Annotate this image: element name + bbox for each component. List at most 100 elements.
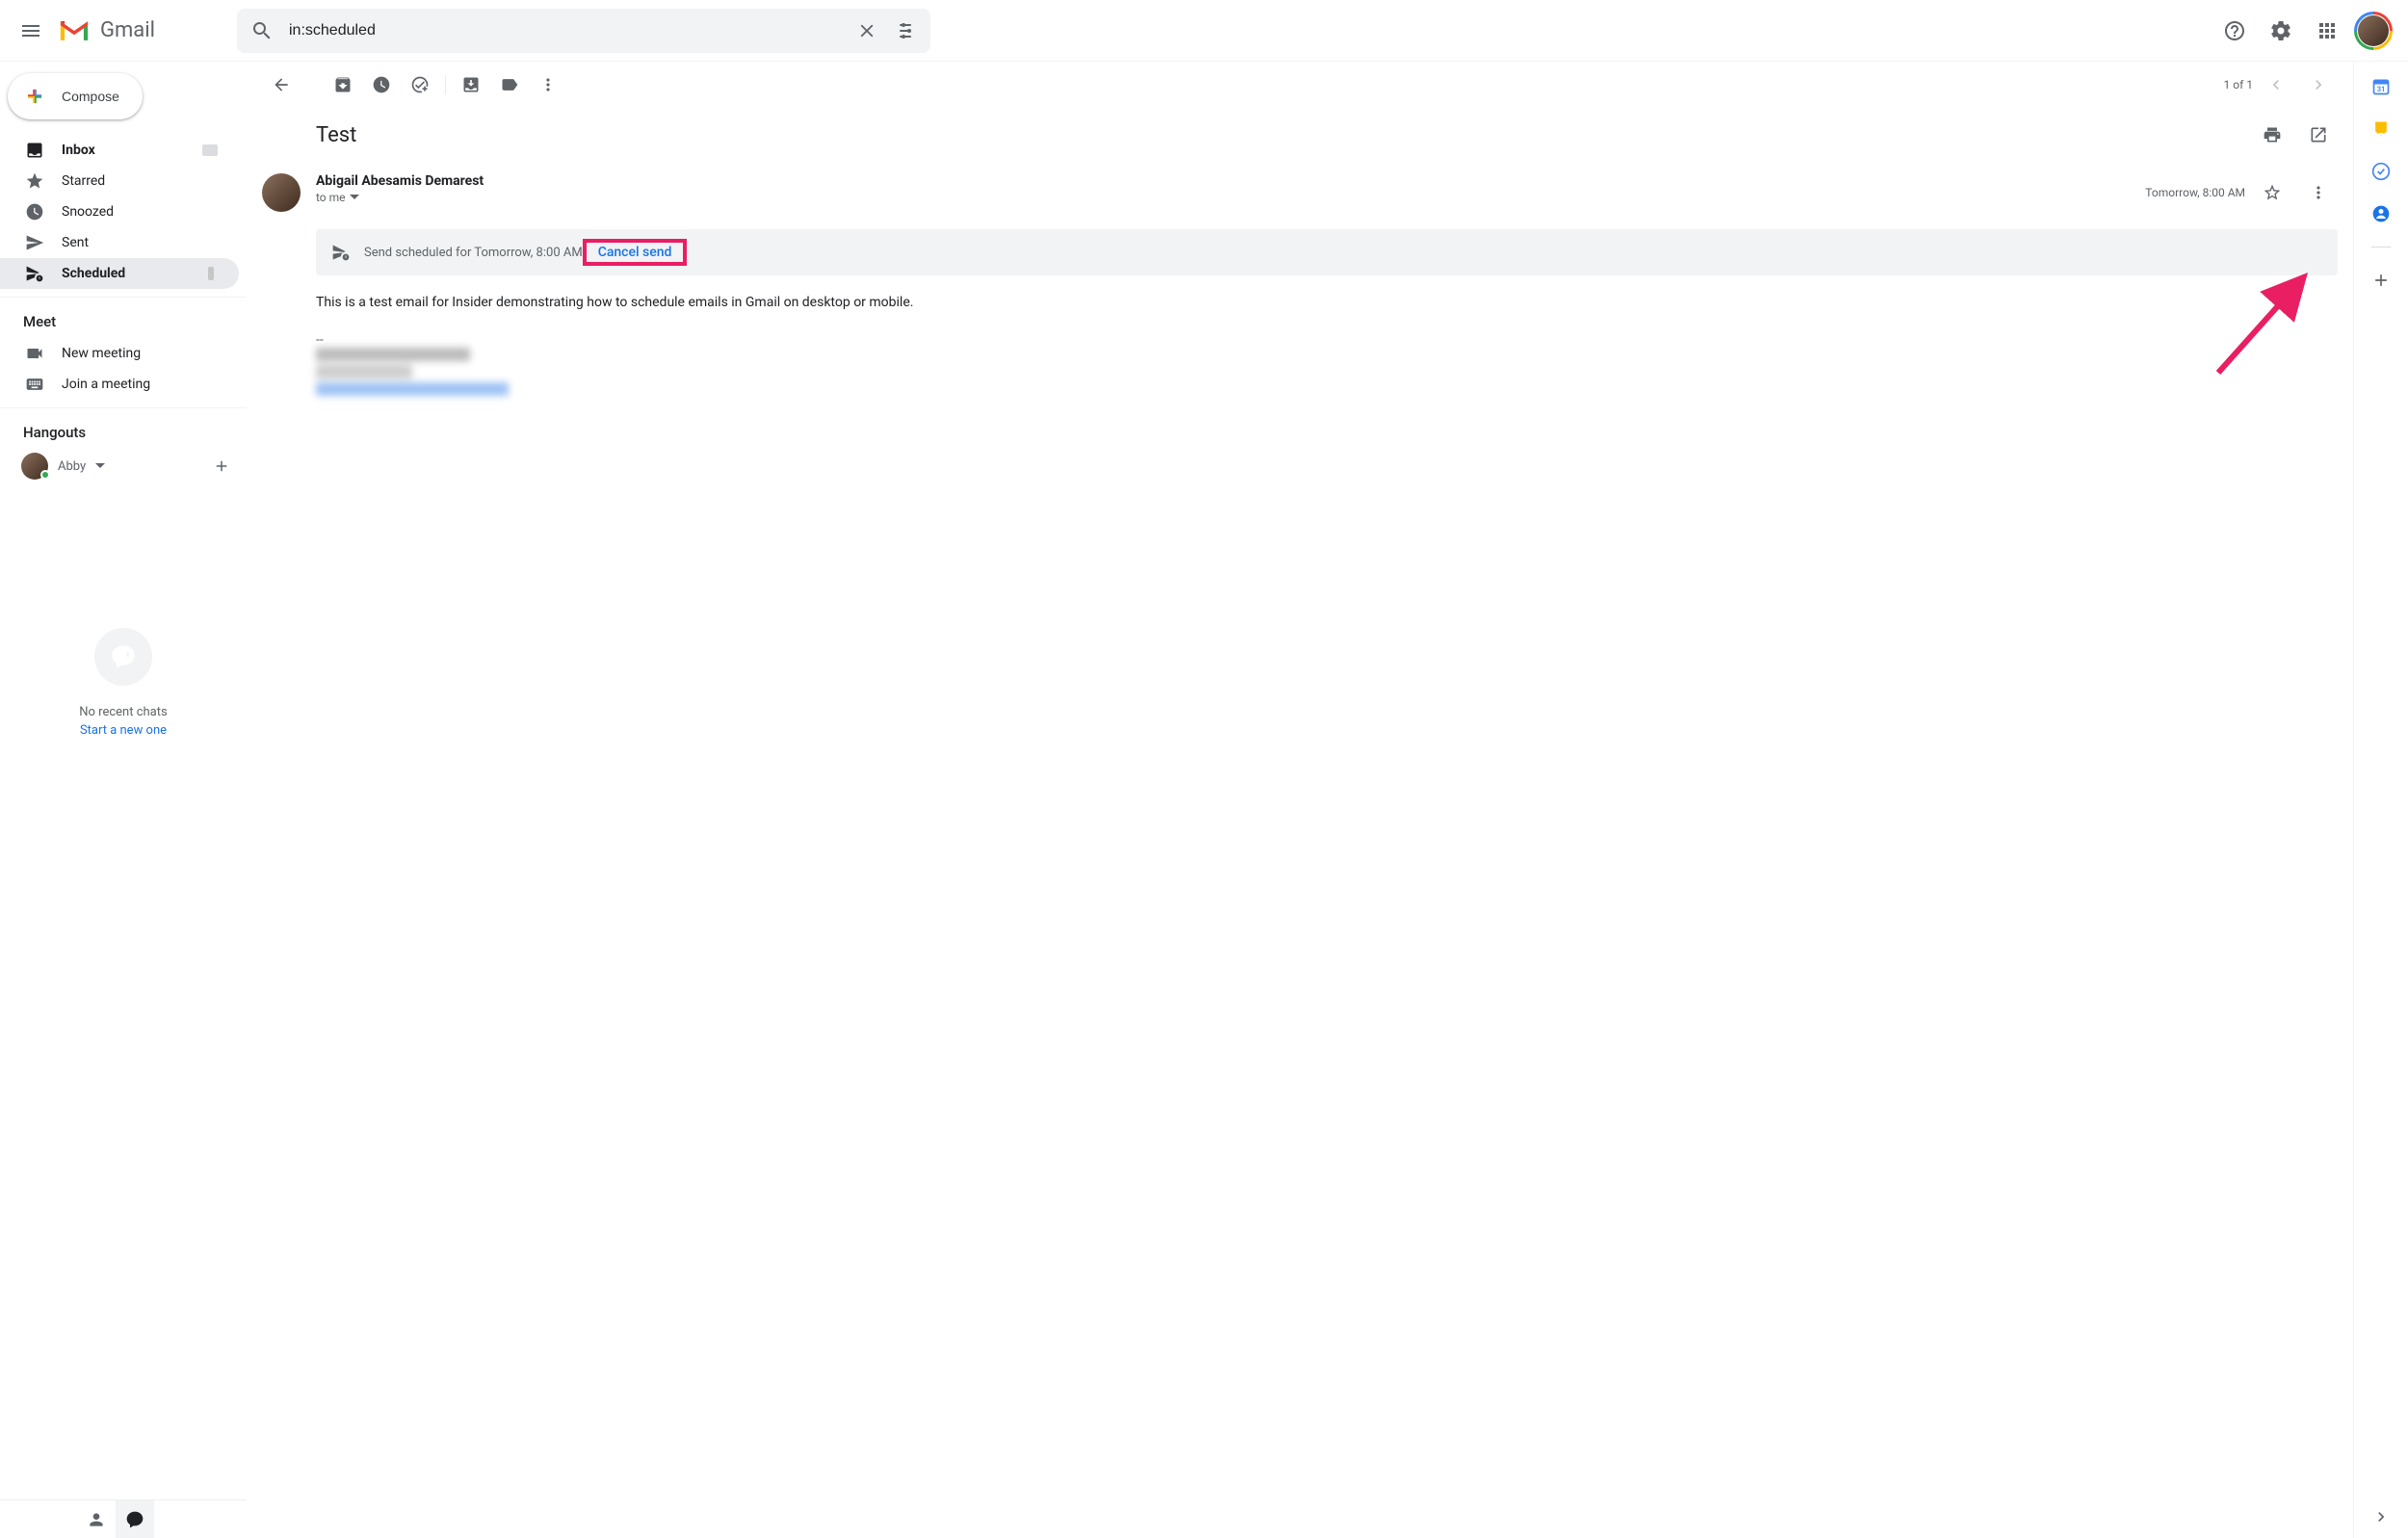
- new-conversation-button[interactable]: [208, 453, 235, 480]
- hangouts-heading: Hangouts: [0, 416, 247, 449]
- plus-icon: [2371, 271, 2391, 290]
- chevron-right-icon: [2371, 1507, 2391, 1526]
- nav-label: Starred: [62, 173, 105, 189]
- hangouts-user-name: Abby: [58, 459, 86, 474]
- dots-vertical-icon: [538, 75, 558, 94]
- message-toolbar: 1 of 1: [247, 62, 2353, 108]
- annotation-arrow: [2209, 267, 2324, 382]
- apps-button[interactable]: [2308, 12, 2346, 50]
- support-button[interactable]: [2215, 12, 2254, 50]
- gmail-wordmark: Gmail: [100, 18, 155, 42]
- search-button[interactable]: [243, 12, 281, 50]
- inbox-count-badge: [202, 144, 218, 156]
- rail-add-button[interactable]: [2371, 271, 2391, 290]
- side-panel: 31: [2354, 62, 2408, 1538]
- nav-join-meeting[interactable]: Join a meeting: [0, 369, 239, 400]
- nav-new-meeting[interactable]: New meeting: [0, 338, 239, 369]
- svg-text:31: 31: [2377, 85, 2386, 93]
- nav-label: New meeting: [62, 346, 141, 361]
- compose-button[interactable]: Compose: [8, 73, 143, 119]
- chat-bubble-icon: [125, 1510, 144, 1529]
- search-input[interactable]: [281, 22, 848, 39]
- clear-search-button[interactable]: [848, 12, 886, 50]
- nav-scheduled[interactable]: Scheduled: [0, 258, 239, 289]
- search-options-button[interactable]: [886, 12, 925, 50]
- no-chats-area: No recent chats Start a new one: [0, 628, 247, 738]
- settings-button[interactable]: [2262, 12, 2300, 50]
- gmail-logo-icon: [58, 18, 91, 43]
- message-content: Test Abigail Abesamis Demarest: [247, 108, 2353, 415]
- main-panel: 1 of 1 Test: [247, 62, 2354, 1538]
- hangouts-user-row[interactable]: Abby: [0, 449, 247, 483]
- sender-avatar: [262, 173, 301, 212]
- inbox-icon: [25, 141, 44, 160]
- nav-label: Snoozed: [62, 204, 114, 220]
- rail-tasks-button[interactable]: [2371, 162, 2391, 181]
- sender-name: Abigail Abesamis Demarest: [316, 173, 484, 189]
- hangouts-tab-contacts[interactable]: [77, 1500, 116, 1538]
- calendar-icon: 31: [2371, 77, 2391, 96]
- plus-multicolor-icon: [19, 81, 50, 112]
- signature-separator: --: [316, 332, 2338, 348]
- star-icon: [25, 171, 44, 191]
- snooze-button[interactable]: [362, 65, 401, 104]
- gear-icon: [2269, 19, 2292, 42]
- rail-keep-button[interactable]: [2371, 119, 2391, 139]
- recipient-line[interactable]: to me: [316, 191, 484, 204]
- header: Gmail: [0, 0, 2408, 62]
- no-chats-text: No recent chats: [79, 705, 167, 719]
- plus-icon: [213, 457, 230, 475]
- more-actions-button[interactable]: [529, 65, 567, 104]
- gmail-logo-area[interactable]: Gmail: [54, 18, 237, 43]
- star-message-button[interactable]: [2253, 173, 2291, 212]
- archive-button[interactable]: [324, 65, 362, 104]
- search-bar: [237, 9, 930, 53]
- start-new-chat-link[interactable]: Start a new one: [0, 723, 247, 738]
- rail-separator: [2371, 247, 2391, 248]
- sidebar: Compose Inbox Starred Snoozed Sent: [0, 62, 247, 1538]
- nav-label: Inbox: [62, 143, 95, 158]
- contacts-icon: [2371, 204, 2391, 223]
- nav-sent[interactable]: Sent: [0, 227, 239, 258]
- labels-button[interactable]: [490, 65, 529, 104]
- pagination-counter: 1 of 1: [2224, 78, 2253, 91]
- nav-inbox[interactable]: Inbox: [0, 135, 239, 166]
- apps-grid-icon: [2316, 19, 2339, 42]
- hide-side-panel-button[interactable]: [2371, 1507, 2391, 1526]
- message-header: Abigail Abesamis Demarest to me Tomorrow…: [316, 173, 2338, 212]
- scheduled-banner: Send scheduled for Tomorrow, 8:00 AM Can…: [316, 229, 2338, 275]
- newer-button[interactable]: [2257, 65, 2295, 104]
- cancel-send-button[interactable]: Cancel send: [590, 241, 680, 264]
- clock-icon: [25, 202, 44, 222]
- hangouts-tab-conversations[interactable]: [116, 1500, 154, 1538]
- tune-icon: [894, 19, 917, 42]
- message-timestamp: Tomorrow, 8:00 AM: [2145, 186, 2245, 199]
- rail-calendar-button[interactable]: 31: [2371, 77, 2391, 96]
- presence-dot-icon: [40, 470, 50, 480]
- nav-starred[interactable]: Starred: [0, 166, 239, 196]
- email-body: This is a test email for Insider demonst…: [316, 293, 2338, 313]
- schedule-send-icon: [331, 243, 351, 262]
- account-button[interactable]: [2354, 12, 2393, 50]
- older-button[interactable]: [2299, 65, 2338, 104]
- main-menu-button[interactable]: [8, 8, 54, 54]
- keep-icon: [2371, 119, 2391, 139]
- move-to-inbox-button[interactable]: [452, 65, 490, 104]
- open-new-window-button[interactable]: [2299, 116, 2338, 154]
- star-outline-icon: [2263, 183, 2282, 202]
- chevron-down-icon: [350, 193, 359, 202]
- help-icon: [2223, 19, 2246, 42]
- rail-contacts-button[interactable]: [2371, 204, 2391, 223]
- person-icon: [87, 1510, 106, 1529]
- print-button[interactable]: [2253, 116, 2291, 154]
- back-button[interactable]: [262, 65, 301, 104]
- add-to-tasks-button[interactable]: [401, 65, 439, 104]
- annotation-highlight: Cancel send: [583, 239, 688, 266]
- message-more-button[interactable]: [2299, 173, 2338, 212]
- arrow-back-icon: [272, 75, 291, 94]
- nav-label: Sent: [62, 235, 89, 250]
- email-subject: Test: [316, 123, 356, 147]
- compose-label: Compose: [62, 89, 119, 104]
- schedule-send-icon: [25, 264, 44, 283]
- nav-snoozed[interactable]: Snoozed: [0, 196, 239, 227]
